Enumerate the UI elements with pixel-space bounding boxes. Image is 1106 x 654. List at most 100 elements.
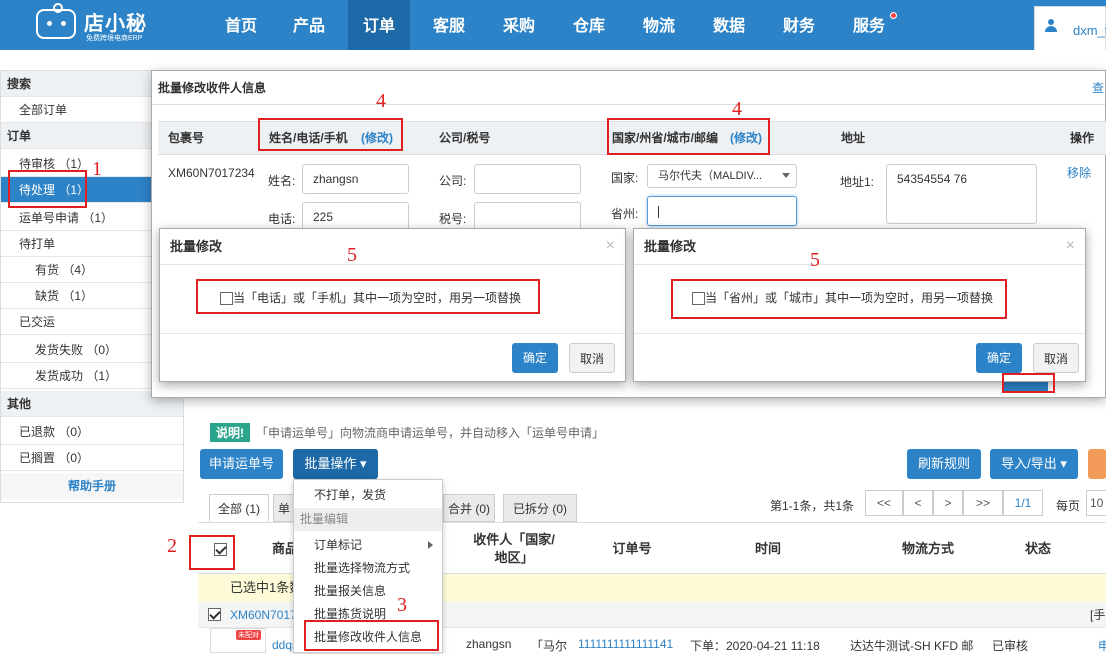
modal-truncated-link[interactable]: 查 [1092,79,1104,96]
annotation-3: 3 [397,594,407,616]
order-number[interactable]: 1111111111111141 [578,637,673,651]
next-page-button[interactable]: > [933,490,963,516]
unpaired-badge: 未配对 [236,630,261,640]
dialog2-cancel-button[interactable]: 取消 [1033,343,1079,373]
menu-batch-customs[interactable]: 批量报关信息 [294,580,442,603]
annotation-5b: 5 [810,249,820,271]
robot-logo-icon [36,3,76,39]
help-manual-link[interactable]: 帮助手册 [1,473,183,499]
country-dropdown-arrow-icon [782,173,790,178]
dialog1-title: 批量修改 [160,229,625,265]
col-logistics: 物流方式 [901,541,954,556]
recipient-country: 「马尔 [531,639,568,653]
dialog1-close-icon[interactable]: × [606,237,615,255]
nav-products[interactable]: 产品 [278,0,340,50]
nav-purchase[interactable]: 采购 [488,0,550,50]
country-label: 国家: [611,171,639,185]
refresh-rules-button[interactable]: 刷新规则 [907,449,981,479]
dialog2-ok-button[interactable]: 确定 [976,343,1022,373]
col-status: 状态 [1024,541,1051,556]
tab-merged[interactable]: 合并 (0) [443,494,495,522]
last-page-button[interactable]: >> [963,490,1003,516]
tab-all[interactable]: 全部 (1) [209,494,269,522]
logo-name: 店小秘 [84,13,147,35]
nav-service[interactable]: 客服 [418,0,480,50]
order-status: 已审核 [992,639,1029,653]
nav-services[interactable]: 服务 [838,0,900,50]
username: dxm_t [1073,23,1106,38]
prev-page-button[interactable]: < [903,490,933,516]
tab-single[interactable]: 单 [273,494,295,522]
phone-label: 电话: [268,212,296,226]
company-input[interactable] [474,164,581,194]
order-logistics: 达达牛测试-SH KFD 邮 [850,639,974,653]
col-order-no: 订单号 [612,541,652,556]
page-indicator[interactable]: 1/1 [1003,490,1043,516]
order-flag: [手 [1090,608,1106,622]
annotation-box-menu-item [304,620,439,651]
logo[interactable]: 店小秘 免费跨境电商ERP [36,3,161,43]
dialog2-title: 批量修改 [634,229,1085,265]
dialog1-cancel-button[interactable]: 取消 [569,343,615,373]
annotation-box-checkbox [189,535,235,570]
dialog2-divider [634,333,1085,334]
menu-order-mark[interactable]: 订单标记 [294,534,442,557]
annotation-4b: 4 [732,98,742,120]
order-package-no[interactable]: XM60N7017 [230,602,297,628]
col-address: 地址 [841,131,866,145]
menu-group-batch-edit: 批量编辑 [294,508,442,531]
order-extra-link[interactable]: 申 [1098,637,1106,654]
pager-info: 第1-1条，共1条 [770,499,855,513]
modal-package-no: XM60N7017234 [168,166,255,180]
remove-link[interactable]: 移除 [1067,164,1091,181]
sidebar-item-hold[interactable]: 已搁置 （0） [1,445,183,471]
address1-label: 地址1: [840,175,875,189]
name-input[interactable]: zhangsn [302,164,409,194]
col-company-tax: 公司/税号 [439,131,491,145]
first-page-button[interactable]: << [865,490,903,516]
nav-data[interactable]: 数据 [698,0,760,50]
province-input[interactable] [647,196,797,226]
nav-logistics[interactable]: 物流 [628,0,690,50]
col-recipient: 收件人「国家/地区」 [473,532,555,565]
menu-batch-logistics[interactable]: 批量选择物流方式 [294,557,442,580]
note-tag: 说明! [210,423,250,442]
modal-title: 批量修改收件人信息 [152,71,1105,105]
orange-action-button[interactable] [1088,449,1106,479]
address1-input[interactable]: 54354554 76 [886,164,1037,224]
apply-waybill-button[interactable]: 申请运单号 [200,449,283,479]
col-operation: 操作 [1070,131,1095,145]
note-text: 「申请运单号」向物流商申请运单号，并自动移入「运单号申请」 [256,426,605,440]
province-label: 省州: [611,207,639,221]
nav-warehouse[interactable]: 仓库 [558,0,620,50]
logo-subtitle: 免费跨境电商ERP [86,35,143,42]
tab-split[interactable]: 已拆分 (0) [503,494,577,522]
submenu-arrow-icon [428,541,433,549]
annotation-1: 1 [92,158,102,180]
sidebar-item-refund[interactable]: 已退款 （0） [1,419,183,445]
import-export-button[interactable]: 导入/导出 ▾ [990,449,1078,479]
nav-orders[interactable]: 订单 [348,0,410,50]
user-icon [1045,19,1057,32]
order-time: 下单：2020-04-21 11:18 [690,639,820,653]
annotation-box-pending [8,170,87,208]
dialog1-ok-button[interactable]: 确定 [512,343,558,373]
order-checkbox[interactable] [208,608,221,621]
notification-dot [890,12,897,19]
nav-finance[interactable]: 财务 [768,0,830,50]
recipient-name: zhangsn [466,637,512,651]
info-note: 说明! 「申请运单号」向物流商申请运单号，并自动移入「运单号申请」 [210,423,604,442]
dialog1-divider [160,333,625,334]
annotation-box-dialog2-option [671,279,1007,319]
annotation-5a: 5 [347,244,357,266]
country-select[interactable]: 马尔代夫（MALDIV... [647,164,797,188]
nav-home[interactable]: 首页 [210,0,272,50]
dialog2-close-icon[interactable]: × [1066,237,1075,255]
per-page-label: 每页 [1056,499,1081,513]
user-menu[interactable]: dxm_t [1034,6,1106,50]
annotation-box-confirm [1002,373,1055,393]
batch-operation-button[interactable]: 批量操作 ▾ [293,449,378,479]
company-label: 公司: [439,174,467,188]
menu-no-print-ship[interactable]: 不打单，发货 [294,484,442,507]
per-page-select[interactable]: 10 [1086,490,1106,516]
